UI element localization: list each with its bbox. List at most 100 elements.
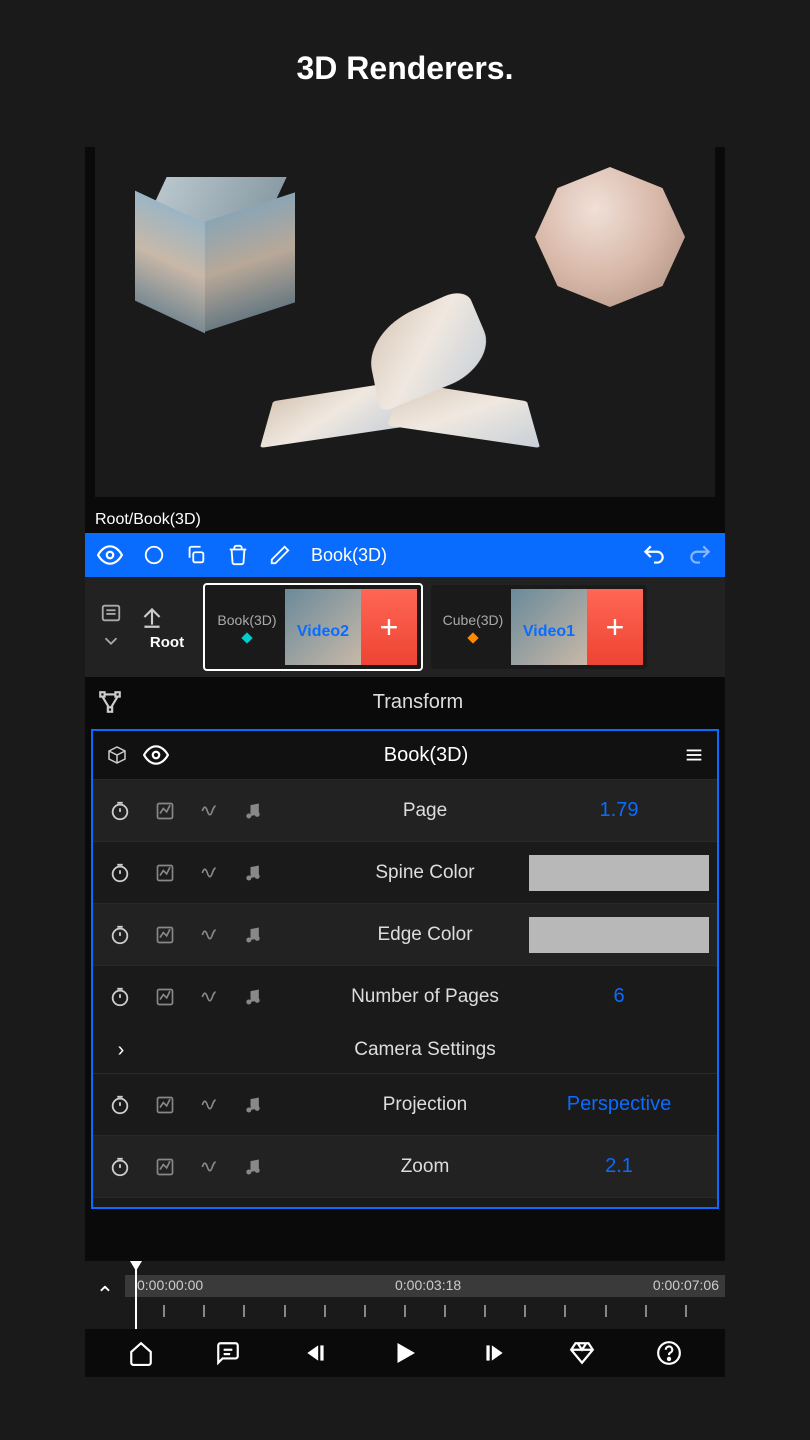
- prop-label: Zoom: [321, 1156, 529, 1178]
- timeline-track[interactable]: 0:00:00:00 0:00:03:18 0:00:07:06: [125, 1261, 725, 1329]
- prop-label: Number of Pages: [321, 986, 529, 1008]
- wave-icon[interactable]: [199, 987, 219, 1007]
- item-name: Book(3D): [311, 545, 387, 566]
- help-icon[interactable]: [656, 1340, 682, 1366]
- undo-icon[interactable]: [641, 542, 667, 568]
- prop-row-spine-color: Spine Color: [93, 841, 717, 903]
- layer-group-book[interactable]: Book(3D) Video2 +: [203, 583, 423, 671]
- stopwatch-icon[interactable]: [109, 986, 131, 1008]
- prop-row-position: Position 0.00 0.00 0.00: [93, 1197, 717, 1209]
- root-button[interactable]: Root: [139, 604, 195, 651]
- prop-row-page: Page 1.79: [93, 779, 717, 841]
- prop-label: Projection: [321, 1094, 529, 1116]
- item-toolbar: Book(3D): [85, 533, 725, 577]
- comment-icon[interactable]: [215, 1340, 241, 1366]
- transform-icon[interactable]: [97, 689, 123, 715]
- color-swatch[interactable]: [529, 855, 709, 891]
- prop-row-edge-color: Edge Color: [93, 903, 717, 965]
- music-icon[interactable]: [243, 1095, 263, 1115]
- expand-icon[interactable]: ⌃: [85, 1282, 125, 1308]
- graph-icon[interactable]: [155, 801, 175, 821]
- layer-nav[interactable]: [91, 602, 131, 652]
- wave-icon[interactable]: [199, 1157, 219, 1177]
- diamond-icon[interactable]: [569, 1340, 595, 1366]
- stopwatch-icon[interactable]: [109, 800, 131, 822]
- root-label: Root: [139, 634, 195, 651]
- time-end: 0:00:07:06: [653, 1277, 719, 1293]
- music-icon[interactable]: [243, 801, 263, 821]
- properties-header: Book(3D): [93, 731, 717, 779]
- prop-label: Page: [321, 800, 529, 822]
- stopwatch-icon[interactable]: [109, 1156, 131, 1178]
- layer-chip[interactable]: Book(3D): [209, 589, 285, 665]
- prop-value[interactable]: Perspective: [529, 1093, 709, 1116]
- graph-icon[interactable]: [155, 1157, 175, 1177]
- prop-value[interactable]: 6: [529, 985, 709, 1008]
- properties-panel: Book(3D) Page 1.79 Spine Color: [91, 729, 719, 1209]
- eye-icon[interactable]: [143, 742, 169, 768]
- app-frame: Root/Book(3D) Book(3D) Root Book(3D) Vid…: [85, 147, 725, 1377]
- list-icon: [100, 602, 122, 624]
- prop-value[interactable]: 1.79: [529, 799, 709, 822]
- eye-icon[interactable]: [97, 542, 123, 568]
- copy-icon[interactable]: [185, 544, 207, 566]
- play-icon[interactable]: [390, 1338, 420, 1368]
- music-icon[interactable]: [243, 987, 263, 1007]
- prop-row-projection: Projection Perspective: [93, 1073, 717, 1135]
- trash-icon[interactable]: [227, 544, 249, 566]
- stopwatch-icon[interactable]: [109, 924, 131, 946]
- color-swatch[interactable]: [529, 917, 709, 953]
- graph-icon[interactable]: [155, 925, 175, 945]
- prop-label: Edge Color: [321, 924, 529, 946]
- layer-thumb[interactable]: Video1: [511, 589, 587, 665]
- wave-icon[interactable]: [199, 801, 219, 821]
- section-camera[interactable]: › Camera Settings: [93, 1027, 717, 1073]
- time-start: 0:00:00:00: [137, 1277, 203, 1293]
- stopwatch-icon[interactable]: [109, 862, 131, 884]
- wave-icon[interactable]: [199, 925, 219, 945]
- prop-row-zoom: Zoom 2.1: [93, 1135, 717, 1197]
- edit-icon[interactable]: [269, 544, 291, 566]
- music-icon[interactable]: [243, 925, 263, 945]
- graph-icon[interactable]: [155, 1095, 175, 1115]
- panel-title: Book(3D): [183, 744, 669, 767]
- redo-icon[interactable]: [687, 542, 713, 568]
- home-icon[interactable]: [128, 1340, 154, 1366]
- breadcrumb[interactable]: Root/Book(3D): [85, 507, 725, 533]
- circle-icon[interactable]: [143, 544, 165, 566]
- timeline[interactable]: ⌃ 0:00:00:00 0:00:03:18 0:00:07:06: [85, 1261, 725, 1329]
- wave-icon[interactable]: [199, 863, 219, 883]
- stopwatch-icon[interactable]: [109, 1094, 131, 1116]
- prop-label: Spine Color: [321, 862, 529, 884]
- chevron-right-icon: ›: [101, 1039, 141, 1062]
- prop-value[interactable]: 2.1: [529, 1155, 709, 1178]
- music-icon[interactable]: [243, 863, 263, 883]
- section-label: Camera Settings: [141, 1039, 709, 1061]
- sphere-3d-object[interactable]: [535, 167, 685, 307]
- step-back-icon[interactable]: [303, 1340, 329, 1366]
- transform-label: Transform: [123, 691, 713, 714]
- preview-viewport[interactable]: [95, 147, 715, 497]
- bottom-bar: [85, 1329, 725, 1377]
- layer-group-cube[interactable]: Cube(3D) Video1 +: [431, 585, 647, 669]
- graph-icon[interactable]: [155, 863, 175, 883]
- add-layer-button[interactable]: +: [361, 589, 417, 665]
- upload-icon: [139, 604, 165, 630]
- layer-strip: Root Book(3D) Video2 + Cube(3D) Video1 +: [85, 577, 725, 677]
- layer-chip[interactable]: Cube(3D): [435, 589, 511, 665]
- graph-icon[interactable]: [155, 987, 175, 1007]
- wave-icon[interactable]: [199, 1095, 219, 1115]
- menu-icon[interactable]: [683, 744, 705, 766]
- layer-thumb[interactable]: Video2: [285, 589, 361, 665]
- prop-row-pages: Number of Pages 6: [93, 965, 717, 1027]
- keyframe-marker-icon: [241, 632, 252, 643]
- chevron-down-icon: [100, 630, 122, 652]
- page-title: 3D Renderers.: [0, 0, 810, 127]
- add-layer-button[interactable]: +: [587, 589, 643, 665]
- music-icon[interactable]: [243, 1157, 263, 1177]
- book-3d-object[interactable]: [265, 297, 545, 477]
- step-forward-icon[interactable]: [481, 1340, 507, 1366]
- time-mid: 0:00:03:18: [395, 1277, 461, 1293]
- keyframe-marker-icon: [467, 632, 478, 643]
- cube-icon[interactable]: [105, 743, 129, 767]
